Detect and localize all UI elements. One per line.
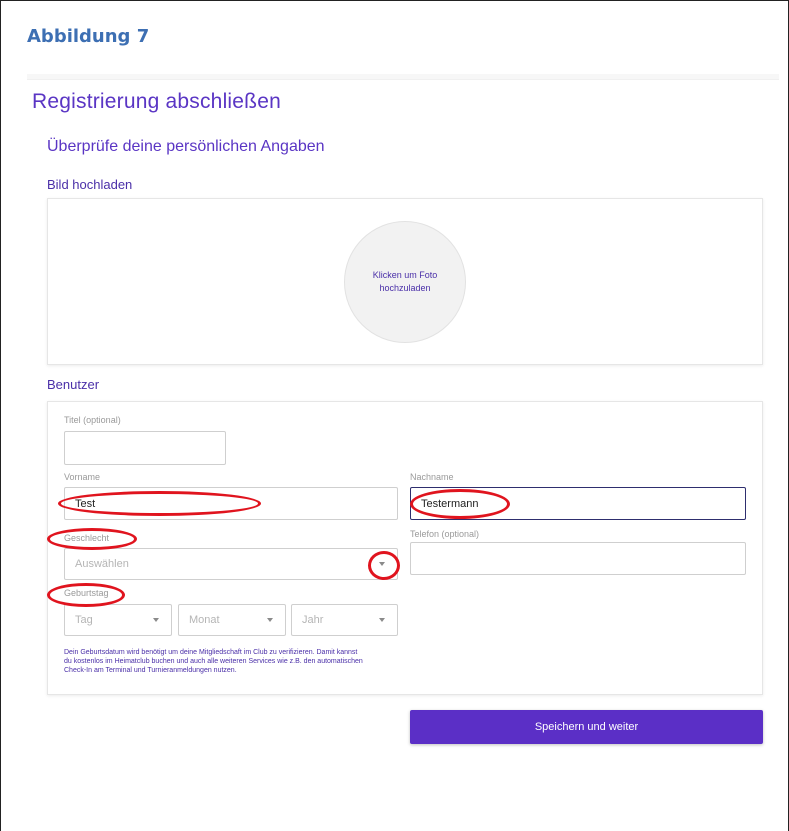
monat-select[interactable]: Monat bbox=[178, 604, 286, 636]
geschlecht-select[interactable]: Auswählen bbox=[64, 548, 398, 580]
annotation-ellipse-vorname bbox=[58, 491, 261, 516]
figure-caption: Abbildung 7 bbox=[27, 26, 150, 47]
annotation-ellipse-nachname bbox=[410, 489, 510, 519]
geschlecht-value: Auswählen bbox=[75, 558, 129, 570]
annotation-ellipse-geschlecht bbox=[47, 528, 137, 550]
telefon-label: Telefon (optional) bbox=[410, 529, 480, 539]
save-and-continue-button[interactable]: Speichern und weiter bbox=[410, 710, 763, 744]
monat-value: Monat bbox=[189, 614, 220, 626]
titel-input[interactable] bbox=[64, 431, 226, 465]
titel-label: Titel (optional) bbox=[64, 415, 121, 425]
jahr-select[interactable]: Jahr bbox=[291, 604, 398, 636]
vorname-label: Vorname bbox=[64, 472, 101, 482]
photo-upload-text: Klicken um Foto hochzuladen bbox=[372, 270, 438, 293]
upload-section-label: Bild hochladen bbox=[47, 177, 133, 192]
telefon-input[interactable] bbox=[410, 542, 746, 575]
chevron-down-icon bbox=[379, 618, 385, 622]
photo-upload-button[interactable]: Klicken um Foto hochzuladen bbox=[344, 221, 466, 343]
birthday-hint: Dein Geburtsdatum wird benötigt um deine… bbox=[64, 649, 363, 674]
header-band bbox=[27, 74, 779, 80]
page-subtitle: Überprüfe deine persönlichen Angaben bbox=[47, 138, 325, 155]
tag-select[interactable]: Tag bbox=[64, 604, 172, 636]
user-section-label: Benutzer bbox=[47, 377, 100, 392]
annotation-ellipse-geburtstag bbox=[47, 583, 125, 607]
chevron-down-icon bbox=[153, 618, 159, 622]
page-title: Registrierung abschließen bbox=[32, 90, 281, 113]
jahr-value: Jahr bbox=[302, 614, 324, 626]
nachname-label: Nachname bbox=[410, 472, 454, 482]
annotation-ellipse-dropdown bbox=[368, 551, 400, 580]
chevron-down-icon bbox=[267, 618, 273, 622]
tag-value: Tag bbox=[75, 614, 93, 626]
